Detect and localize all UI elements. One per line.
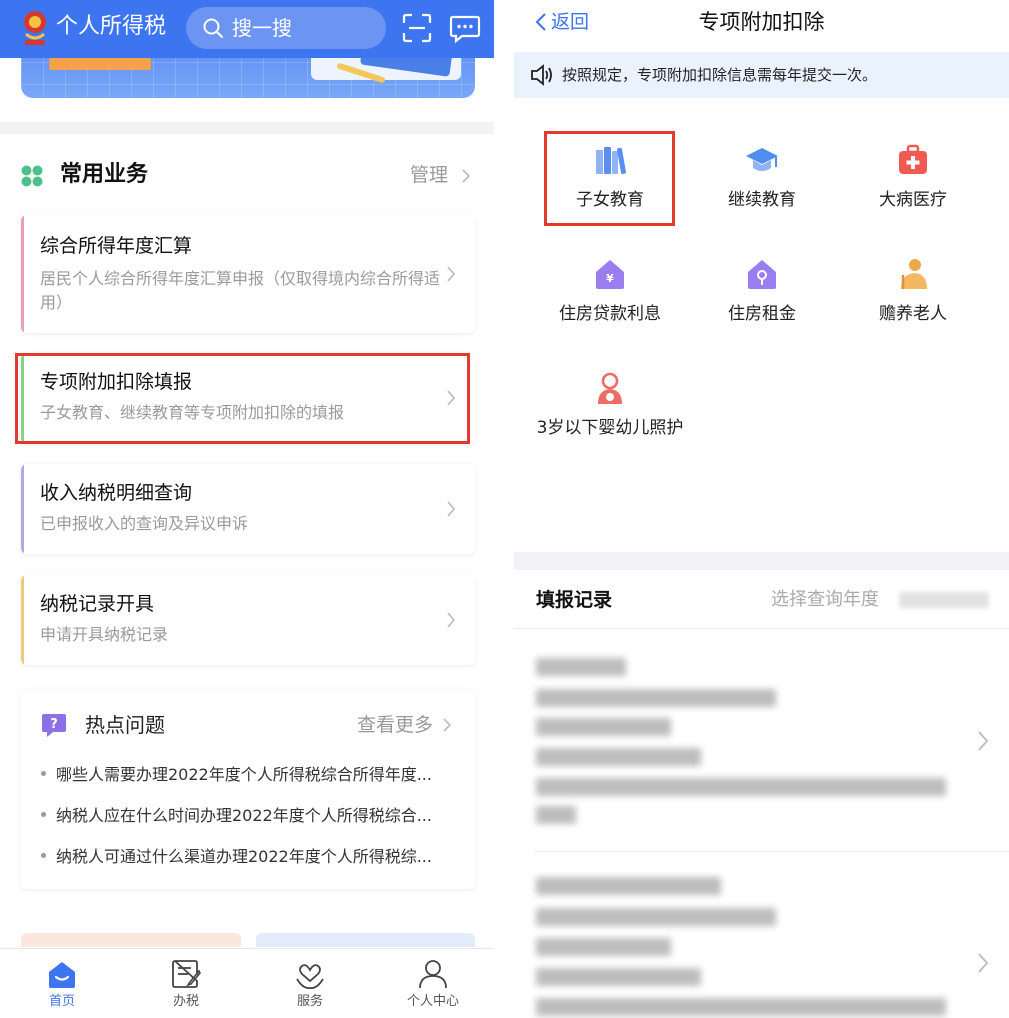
- category-label: 大病医疗: [879, 190, 947, 210]
- elder-icon: [901, 259, 927, 289]
- manage-link[interactable]: 管理: [410, 162, 448, 188]
- section-title: 常用业务: [60, 162, 149, 187]
- heart-hand-icon: [296, 964, 324, 989]
- tab-home[interactable]: 首页: [12, 957, 112, 1017]
- tax-emblem-icon: [24, 11, 46, 45]
- graduation-cap-icon: [746, 148, 778, 171]
- category-infant-care[interactable]: 3岁以下婴幼儿照护: [535, 370, 685, 442]
- house-key-icon: [748, 260, 776, 289]
- chevron-right-icon: [447, 501, 456, 517]
- hot-question-text: 哪些人需要办理2022年度个人所得税综合所得年度...: [56, 765, 432, 784]
- hot-question-item[interactable]: 哪些人需要办理2022年度个人所得税综合所得年度...: [41, 763, 461, 787]
- search-icon: [203, 18, 223, 38]
- tab-tax[interactable]: 办税: [136, 957, 236, 1017]
- tab-label: 服务: [296, 994, 323, 1009]
- svg-text:?: ?: [50, 717, 58, 732]
- category-label: 继续教育: [728, 190, 796, 210]
- chevron-right-icon: [447, 612, 456, 628]
- highlight-box: [15, 353, 470, 444]
- category-continuing-education[interactable]: 继续教育: [687, 142, 837, 214]
- highlight-box: [544, 131, 675, 226]
- card-title: 纳税记录开具: [40, 593, 155, 615]
- card-desc: 居民个人综合所得年度汇算申报（仅取得境内综合所得适用）: [40, 269, 441, 312]
- tab-label: 办税: [172, 994, 199, 1009]
- tab-label: 首页: [48, 994, 75, 1009]
- baby-care-icon: [598, 372, 622, 404]
- service-card-tax-record[interactable]: 纳税记录开具 申请开具纳税记录: [21, 575, 475, 665]
- search-placeholder: 搜一搜: [232, 16, 292, 40]
- chevron-right-icon: [443, 718, 452, 732]
- hot-question-text: 纳税人应在什么时间办理2022年度个人所得税综合...: [56, 806, 432, 825]
- redacted-year: [899, 592, 989, 608]
- card-title: 收入纳税明细查询: [40, 482, 193, 504]
- speaker-icon: [531, 64, 552, 86]
- divider: [514, 628, 1009, 629]
- category-label: 3岁以下婴幼儿照护: [536, 418, 684, 438]
- category-label: 住房贷款利息: [559, 304, 661, 324]
- bottom-tab-bar: 首页 办税 服务 个人中心: [0, 948, 494, 1018]
- hot-question-item[interactable]: 纳税人可通过什么渠道办理2022年度个人所得税综...: [41, 845, 461, 869]
- section-divider: [0, 122, 494, 134]
- tab-label: 个人中心: [406, 994, 459, 1009]
- notice-bar: 按照规定，专项附加扣除信息需每年提交一次。: [514, 52, 1009, 98]
- card-desc: 申请开具纳税记录: [40, 625, 169, 644]
- hot-question-item[interactable]: 纳税人应在什么时间办理2022年度个人所得税综合...: [41, 804, 461, 828]
- divider: [534, 851, 1009, 852]
- hot-questions-title: 热点问题: [85, 713, 165, 737]
- chevron-right-icon: [978, 731, 989, 751]
- nav-bar: 返回 专项附加扣除: [514, 0, 1009, 50]
- question-bubble-icon: ?: [42, 714, 66, 737]
- service-card-annual-settlement[interactable]: 综合所得年度汇算 居民个人综合所得年度汇算申报（仅取得境内综合所得适用）: [21, 215, 475, 333]
- hot-question-text: 纳税人可通过什么渠道办理2022年度个人所得税综...: [56, 847, 432, 866]
- home-icon: [49, 962, 75, 988]
- chevron-right-icon: [978, 953, 989, 973]
- tab-profile[interactable]: 个人中心: [383, 957, 483, 1017]
- left-screen-home: 个人所得税 搜一搜 常用业务 管理 综合所得年度汇算 居民个人综合所得年度汇算申…: [0, 0, 494, 1018]
- category-label: 赡养老人: [879, 304, 947, 324]
- medical-kit-icon: [899, 144, 927, 174]
- message-icon[interactable]: [449, 12, 481, 44]
- scan-icon[interactable]: [401, 12, 433, 44]
- category-label: 住房租金: [728, 304, 796, 324]
- card-desc: 已申报收入的查询及异议申诉: [40, 514, 249, 533]
- section-divider: [514, 552, 1009, 570]
- chevron-right-icon: [447, 266, 456, 282]
- page-title: 专项附加扣除: [698, 10, 825, 34]
- tax-form-icon: [172, 960, 201, 988]
- category-mortgage-interest[interactable]: ¥ 住房贷款利息: [535, 256, 685, 328]
- card-title: 综合所得年度汇算: [40, 235, 193, 257]
- category-housing-rent[interactable]: 住房租金: [687, 256, 837, 328]
- view-more-link[interactable]: 查看更多: [357, 711, 433, 739]
- notice-text: 按照规定，专项附加扣除信息需每年提交一次。: [562, 66, 878, 84]
- search-bar[interactable]: 搜一搜: [186, 7, 386, 49]
- hot-questions-panel: ? 热点问题 查看更多 哪些人需要办理2022年度个人所得税综合所得年度... …: [21, 689, 475, 889]
- category-serious-illness[interactable]: 大病医疗: [838, 142, 988, 214]
- chevron-right-icon: [462, 169, 471, 183]
- common-services-header: 常用业务 管理: [0, 150, 494, 200]
- year-selector[interactable]: 选择查询年度: [771, 586, 879, 614]
- right-screen-special-deduction: 返回 专项附加扣除 按照规定，专项附加扣除信息需每年提交一次。 子女教育 继续教…: [514, 0, 1009, 1018]
- promo-card-peek: [256, 933, 475, 947]
- tab-service[interactable]: 服务: [260, 957, 360, 1017]
- clover-icon: [21, 165, 43, 187]
- svg-text:¥: ¥: [606, 272, 614, 285]
- app-title: 个人所得税: [56, 14, 167, 39]
- app-header: 个人所得税 搜一搜: [0, 0, 494, 58]
- service-card-income-query[interactable]: 收入纳税明细查询 已申报收入的查询及异议申诉: [21, 464, 475, 554]
- house-yen-icon: ¥: [596, 260, 624, 289]
- category-elderly-support[interactable]: 赡养老人: [838, 256, 988, 328]
- promo-card-peek: [21, 933, 241, 947]
- records-title: 填报记录: [536, 589, 613, 611]
- user-icon: [419, 960, 447, 989]
